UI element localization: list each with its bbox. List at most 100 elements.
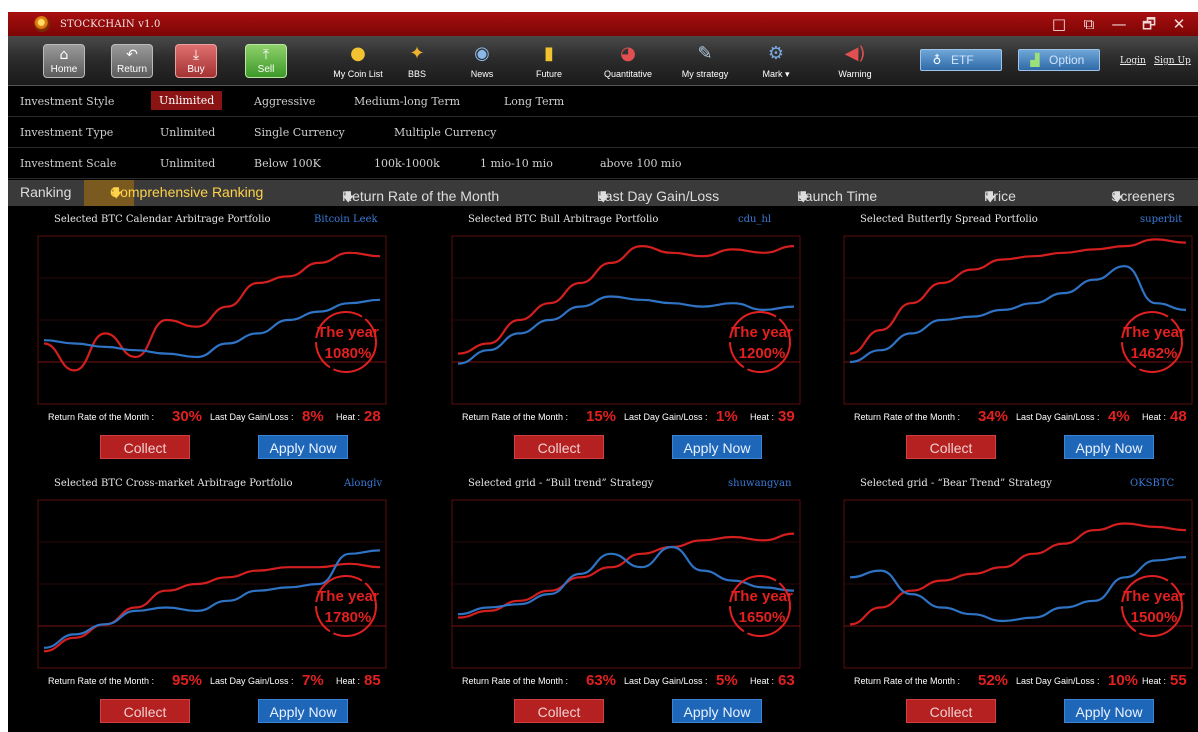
stamp-value: 1650% xyxy=(739,609,786,626)
my-coin-list-button[interactable]: ● My Coin List xyxy=(328,40,388,80)
filter-option[interactable]: Unlimited xyxy=(151,91,223,110)
ranking-bar: Ranking Comprehensive Ranking 🡇 Return R… xyxy=(8,180,1198,206)
yearly-return-stamp: The year 1650% xyxy=(729,575,793,637)
performance-chart: The year 1462% xyxy=(843,235,1193,405)
filter-label: Investment Scale xyxy=(20,157,117,170)
filter-option[interactable]: Single Currency xyxy=(254,126,345,139)
maximize-icon[interactable]: □ xyxy=(1044,14,1074,34)
filter-option[interactable]: Unlimited xyxy=(160,126,215,139)
month-value: 63% xyxy=(586,672,617,689)
close-icon[interactable]: ✕ xyxy=(1164,14,1194,34)
apply-now-button[interactable]: Apply Now xyxy=(258,435,348,459)
gain-label: Last Day Gain/Loss : xyxy=(624,676,708,686)
window-controls: □ ⧉ — 🗗 ✕ xyxy=(1044,14,1194,34)
card-header: Selected Butterfly Spread Portfolio super… xyxy=(820,210,1198,228)
filter-option[interactable]: Aggressive xyxy=(254,95,315,108)
popout-icon[interactable]: ⧉ xyxy=(1074,14,1104,34)
warning-button[interactable]: ◀) Warning xyxy=(832,40,878,80)
stamp-value: 1500% xyxy=(1131,609,1178,626)
portfolio-author[interactable]: Alonglv xyxy=(344,478,382,489)
gain-value: 8% xyxy=(302,408,324,425)
portfolio-author[interactable]: OKSBTC xyxy=(1130,478,1174,489)
portfolio-author[interactable]: Bitcoin Leek xyxy=(314,214,378,225)
bbs-icon: ✦ xyxy=(409,43,425,64)
tab-comprehensive-ranking[interactable]: Comprehensive Ranking 🡇 xyxy=(84,180,263,206)
filter-option[interactable]: Long Term xyxy=(504,95,564,108)
stamp-label: The year xyxy=(317,324,379,341)
toolbar: ⌂ Home ↶ Return ⤓ Buy ⤒ Sell ● My Coin L… xyxy=(8,36,1198,86)
portfolio-title: Selected BTC Bull Arbitrage Portfolio xyxy=(468,214,659,225)
mark-icon: ⚙ xyxy=(767,43,785,64)
stamp-value: 1200% xyxy=(739,345,786,362)
apply-now-button[interactable]: Apply Now xyxy=(1064,435,1154,459)
collect-button[interactable]: Collect xyxy=(100,699,190,723)
sort-down-icon: 🡇 xyxy=(797,190,810,204)
portfolio-card: Selected BTC Bull Arbitrage Portfolio cdu… xyxy=(428,210,812,472)
apply-now-button[interactable]: Apply Now xyxy=(1064,699,1154,723)
heat-label: Heat : xyxy=(1142,412,1167,422)
apply-now-button[interactable]: Apply Now xyxy=(258,699,348,723)
heat-label: Heat : xyxy=(336,676,361,686)
filter-option[interactable]: 100k-1000k xyxy=(374,157,440,170)
portfolio-card: Selected grid - “Bull trend” Strategy shu… xyxy=(428,474,812,732)
news-button[interactable]: ◉ News xyxy=(465,40,499,80)
return-button[interactable]: ↶ Return xyxy=(111,44,153,78)
heat-value: 48 xyxy=(1170,408,1187,425)
home-button[interactable]: ⌂ Home xyxy=(43,44,85,78)
option-button[interactable]: ▟ Option xyxy=(1018,49,1100,71)
stamp-value: 1080% xyxy=(325,345,372,362)
card-header: Selected grid - “Bear Trend” Strategy OKS… xyxy=(820,474,1198,492)
filter-option[interactable]: Medium-long Term xyxy=(354,95,460,108)
portfolio-stats: Return Rate of the Month : 30% Last Day Ga… xyxy=(14,408,398,430)
my-strategy-button[interactable]: ✎ My strategy xyxy=(676,40,734,80)
collect-button[interactable]: Collect xyxy=(514,435,604,459)
collect-button[interactable]: Collect xyxy=(906,699,996,723)
portfolio-card: Selected BTC Calendar Arbitrage Portfoli… xyxy=(14,210,398,472)
future-icon: ▮ xyxy=(544,43,554,64)
app-title: STOCKCHAIN v1.0 xyxy=(60,18,161,30)
card-header: Selected BTC Calendar Arbitrage Portfoli… xyxy=(14,210,398,228)
month-label: Return Rate of the Month : xyxy=(462,676,569,686)
portfolio-author[interactable]: superbit xyxy=(1140,214,1182,225)
portfolio-title: Selected Butterfly Spread Portfolio xyxy=(860,214,1038,225)
portfolio-author[interactable]: cdu_hl xyxy=(738,214,771,225)
mark-menu[interactable]: ⚙ Mark ▾ xyxy=(756,40,796,80)
performance-chart: The year 1780% xyxy=(37,499,387,669)
etf-button[interactable]: ♁ ETF xyxy=(920,49,1002,71)
yearly-return-stamp: The year 1080% xyxy=(315,311,379,373)
minimize-icon[interactable]: — xyxy=(1104,14,1134,34)
collect-button[interactable]: Collect xyxy=(906,435,996,459)
sell-button[interactable]: ⤒ Sell xyxy=(245,44,287,78)
filter-option[interactable]: Below 100K xyxy=(254,157,321,170)
heat-label: Heat : xyxy=(1142,676,1167,686)
quantitative-button[interactable]: ◕ Quantitative xyxy=(598,40,658,80)
return-icon: ↶ xyxy=(126,47,138,63)
collect-button[interactable]: Collect xyxy=(514,699,604,723)
portfolio-author[interactable]: shuwangyan xyxy=(728,478,791,489)
performance-chart: The year 1650% xyxy=(451,499,801,669)
filter-option[interactable]: 1 mio-10 mio xyxy=(480,157,553,170)
filter-option[interactable]: Multiple Currency xyxy=(394,126,496,139)
bbs-button[interactable]: ✦ BBS xyxy=(400,40,434,80)
app-window: STOCKCHAIN v1.0 □ ⧉ — 🗗 ✕ ⌂ Home ↶ Retur… xyxy=(8,12,1198,732)
filter-label: Investment Style xyxy=(20,95,115,108)
restore-icon[interactable]: 🗗 xyxy=(1134,14,1164,34)
login-link[interactable]: Login xyxy=(1120,56,1146,66)
filter-label: Investment Type xyxy=(20,126,114,139)
apply-now-button[interactable]: Apply Now xyxy=(672,699,762,723)
month-value: 95% xyxy=(172,672,203,689)
download-icon: ⤓ xyxy=(192,47,200,63)
title-bar: STOCKCHAIN v1.0 □ ⧉ — 🗗 ✕ xyxy=(8,12,1198,36)
future-button[interactable]: ▮ Future xyxy=(532,40,566,80)
month-label: Return Rate of the Month : xyxy=(854,412,961,422)
heat-value: 63 xyxy=(778,672,795,689)
apply-now-button[interactable]: Apply Now xyxy=(672,435,762,459)
filter-option[interactable]: Unlimited xyxy=(160,157,215,170)
collect-button[interactable]: Collect xyxy=(100,435,190,459)
buy-button[interactable]: ⤓ Buy xyxy=(175,44,217,78)
portfolio-card: Selected grid - “Bear Trend” Strategy OKS… xyxy=(820,474,1198,732)
heat-value: 28 xyxy=(364,408,381,425)
signup-link[interactable]: Sign Up xyxy=(1154,56,1191,66)
filter-option[interactable]: above 100 mio xyxy=(600,157,682,170)
month-label: Return Rate of the Month : xyxy=(462,412,569,422)
